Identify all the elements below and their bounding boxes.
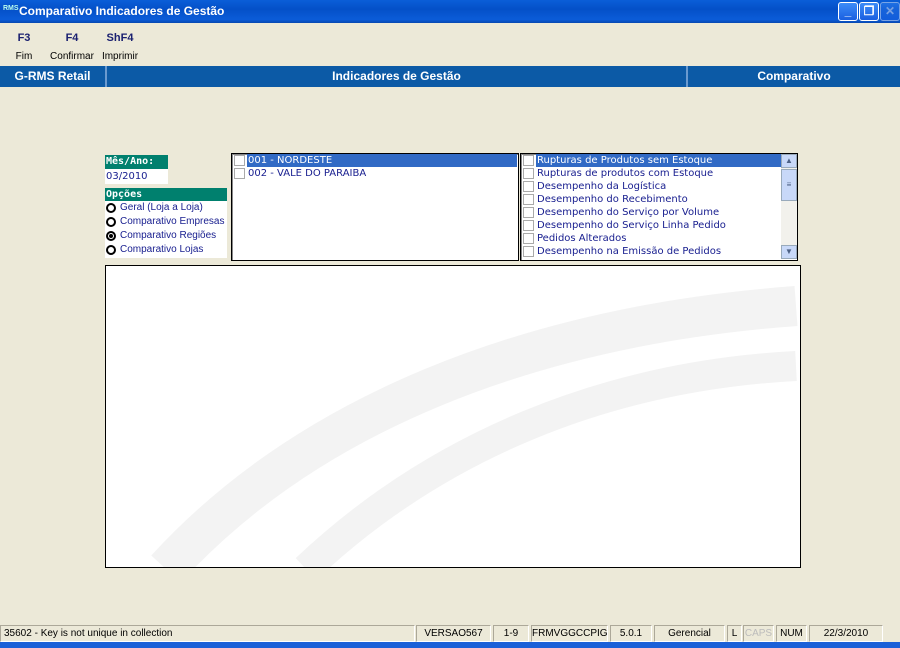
item-label: Desempenho na Emissão de Pedidos [537,246,722,257]
minimize-button[interactable]: _ [838,2,858,21]
checkbox[interactable] [523,246,534,257]
status-date: 22/3/2010 [809,625,883,642]
item-label: Pedidos Alterados [537,233,627,244]
radio-geral[interactable]: Geral (Loja a Loja) [105,201,227,215]
status-l: L [727,625,742,642]
checkbox[interactable] [523,233,534,244]
watermark-swoosh [151,286,798,567]
indicators-scrollbar[interactable]: ▲ ≡ ▼ [781,154,797,259]
radio-label: Comparativo Empresas [120,216,225,227]
list-item[interactable]: Desempenho do Serviço Linha Pedido [523,219,726,232]
radio-icon [106,245,116,255]
header-center: Indicadores de Gestão [107,66,688,87]
radio-comparativo-lojas[interactable]: Comparativo Lojas [105,243,227,258]
list-item[interactable]: Rupturas de Produtos sem Estoque [523,154,781,167]
imprimir-button[interactable]: ShF4 Imprimir [90,32,150,62]
header-right: Comparativo [757,69,831,83]
checkbox[interactable] [523,220,534,231]
checkbox[interactable] [523,168,534,179]
status-message: 35602 - Key is not unique in collection [0,625,415,642]
list-item[interactable]: Desempenho do Recebimento [523,193,688,206]
radio-comparativo-regioes[interactable]: Comparativo Regiões [105,229,227,243]
item-label: Rupturas de Produtos sem Estoque [536,154,781,167]
radio-label: Comparativo Regiões [120,230,217,241]
list-item[interactable]: Desempenho na Emissão de Pedidos [523,245,721,258]
header-bar: G-RMS Retail Indicadores de Gestão Compa… [0,66,900,87]
period-label: Mês/Ano: [105,155,168,169]
checkbox[interactable] [523,155,534,166]
radio-icon [106,203,116,213]
list-item[interactable]: Desempenho do Serviço por Volume [523,206,719,219]
status-num: NUM [776,625,807,642]
list-item[interactable]: Pedidos Alterados [523,232,626,245]
list-item[interactable]: 002 - VALE DO PARAIBA [234,167,366,180]
window-title: Comparativo Indicadores de Gestão [19,4,225,18]
item-label: Desempenho do Serviço Linha Pedido [537,220,726,231]
checkbox[interactable] [234,168,245,179]
status-bar: 35602 - Key is not unique in collection … [0,624,900,642]
item-label: 001 - NORDESTE [247,154,517,167]
taskbar-strip [0,642,900,648]
app-icon: RMS [3,5,19,12]
radio-comparativo-empresas[interactable]: Comparativo Empresas [105,215,227,229]
key-label: ShF4 [106,32,134,44]
item-label: 002 - VALE DO PARAIBA [248,168,367,179]
checkbox[interactable] [523,181,534,192]
radio-selected-icon [106,231,116,241]
regions-list[interactable]: 001 - NORDESTE 002 - VALE DO PARAIBA [231,153,519,261]
radio-icon [106,217,116,227]
period-input[interactable]: 03/2010 [105,169,168,184]
radio-label: Geral (Loja a Loja) [120,202,203,213]
status-caps: CAPS [743,625,774,642]
options-label: Opções [105,188,227,201]
status-range: 1-9 [493,625,529,642]
checkbox[interactable] [523,194,534,205]
checkbox[interactable] [523,207,534,218]
item-label: Desempenho da Logística [537,181,667,192]
title-bar: RMS Comparativo Indicadores de Gestão _ … [0,0,900,23]
scroll-thumb[interactable]: ≡ [781,169,797,201]
list-item[interactable]: Desempenho da Logística [523,180,666,193]
item-label: Desempenho do Recebimento [537,194,688,205]
status-build: 5.0.1 [610,625,652,642]
header-left: G-RMS Retail [0,66,107,87]
status-form: FRMVGGCCPIG [531,625,608,642]
radio-label: Comparativo Lojas [120,244,204,255]
results-panel [105,265,801,568]
button-label: Imprimir [101,51,139,62]
checkbox[interactable] [234,155,245,166]
restore-button[interactable]: ❐ [859,2,879,21]
scroll-up-icon[interactable]: ▲ [781,154,797,168]
close-button[interactable]: ✕ [880,2,900,21]
indicators-list[interactable]: Rupturas de Produtos sem Estoque Ruptura… [520,153,798,261]
scroll-down-icon[interactable]: ▼ [781,245,797,259]
item-label: Desempenho do Serviço por Volume [537,207,720,218]
item-label: Rupturas de produtos com Estoque [537,168,714,179]
list-item[interactable]: 001 - NORDESTE [234,154,517,167]
status-profile: Gerencial [654,625,725,642]
status-version: VERSAO567 [416,625,491,642]
list-item[interactable]: Rupturas de produtos com Estoque [523,167,713,180]
